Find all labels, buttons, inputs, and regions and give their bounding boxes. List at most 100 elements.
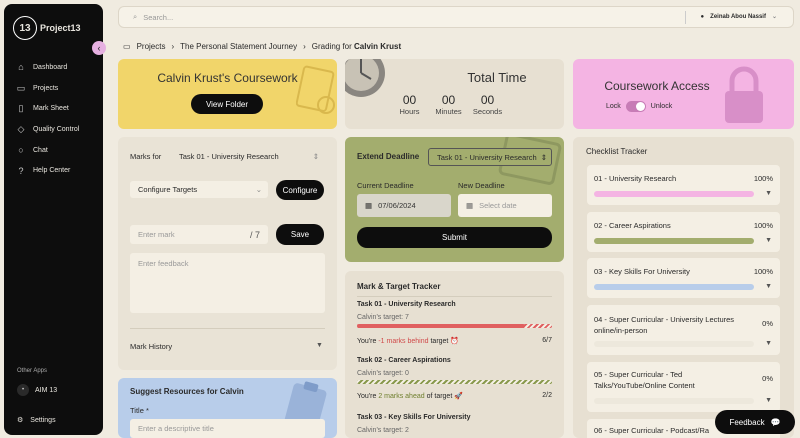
caret-down-icon[interactable]: ▼ <box>765 190 772 197</box>
aim-icon: • <box>17 384 29 396</box>
mark-history-toggle[interactable]: Mark History <box>130 342 172 351</box>
checklist-item[interactable]: 04 - Super Curricular - University Lectu… <box>587 305 780 355</box>
user-menu[interactable]: ● Zeinab Abou Nassif ⌄ <box>684 11 777 24</box>
timer-hours: 00 Hours <box>397 93 422 116</box>
checklist-label: 04 - Super Curricular - University Lectu… <box>594 315 735 335</box>
checklist-percent: 0% <box>762 374 773 383</box>
checklist-label: 05 - Super Curricular - Ted Talks/YouTub… <box>594 370 695 390</box>
logo-text: Project13 <box>40 23 81 33</box>
minutes-value: 00 <box>441 93 456 107</box>
checklist-item[interactable]: 03 - Key Skills For University 100% ▼ <box>587 258 780 298</box>
access-toggle[interactable] <box>625 101 646 112</box>
checklist-percent: 100% <box>753 174 773 183</box>
feedback-button[interactable]: Feedback 💬 <box>715 410 795 434</box>
chevron-left-icon: ‹ <box>97 43 101 53</box>
breadcrumb: ▭ Projects › The Personal Statement Jour… <box>123 42 401 51</box>
other-apps-label: Other Apps <box>17 368 48 374</box>
coursework-access-card: Coursework Access <box>573 59 794 129</box>
marks-task-select[interactable]: Task 01 - University Research ⇕ <box>171 148 325 164</box>
sidebar-item-chat[interactable]: ○ Chat <box>16 140 101 161</box>
divider <box>130 328 325 329</box>
clock-icon <box>345 59 385 97</box>
extend-deadline-card: Extend Deadline Task 01 - University Res… <box>345 137 564 262</box>
new-deadline-input[interactable]: ▦ Select date <box>458 194 552 217</box>
deadline-task-select[interactable]: Task 01 - University Research ⇕ <box>428 148 552 166</box>
checklist-label: 02 - Career Aspirations <box>594 221 671 230</box>
tracker-task-status: You're 2 marks ahead of target 🚀 <box>357 392 463 400</box>
configure-button[interactable]: Configure <box>276 180 324 200</box>
total-time-title: Total Time <box>467 70 527 85</box>
checklist-item[interactable]: 05 - Super Curricular - Ted Talks/YouTub… <box>587 362 780 412</box>
alarm-icon: ⏰ <box>450 338 460 345</box>
aim-label: AIM 13 <box>35 386 58 394</box>
view-folder-button[interactable]: View Folder <box>191 94 263 114</box>
caret-down-icon[interactable]: ▼ <box>765 340 772 347</box>
tracker-task-score: 6/7 <box>542 337 552 344</box>
chevron-updown-icon: ⇕ <box>312 151 319 161</box>
collapse-sidebar-button[interactable]: ‹ <box>92 41 106 55</box>
sidebar-item-dashboard[interactable]: ⌂ Dashboard <box>16 57 101 78</box>
submit-button[interactable]: Submit <box>357 227 552 248</box>
breadcrumb-projects[interactable]: Projects <box>137 42 166 51</box>
tracker-task-target: Calvin's target: 7 <box>357 314 409 321</box>
caret-down-icon[interactable]: ▼ <box>765 237 772 244</box>
breadcrumb-grading-label: Grading for <box>311 42 352 51</box>
current-deadline-label: Current Deadline <box>357 181 414 190</box>
divider <box>357 296 552 297</box>
checklist-item[interactable]: 01 - University Research 100% ▼ <box>587 165 780 205</box>
checklist-label: 01 - University Research <box>594 174 677 183</box>
search-input[interactable]: ⌕ Search... <box>133 12 173 22</box>
padlock-icon <box>725 66 763 123</box>
rocket-icon: 🚀 <box>454 393 463 400</box>
caret-down-icon[interactable]: ▼ <box>765 397 772 404</box>
resource-title-input[interactable]: Enter a descriptive title <box>130 419 325 438</box>
checklist-progress <box>594 341 754 347</box>
search-placeholder: Search... <box>143 12 174 22</box>
tracker-title: Mark & Target Tracker <box>357 282 441 291</box>
status-suffix: target <box>428 338 449 345</box>
access-title: Coursework Access <box>604 79 710 93</box>
resource-title-placeholder: Enter a descriptive title <box>138 424 214 433</box>
sidebar-item-label: Dashboard <box>33 63 68 71</box>
mark-total: / 7 <box>249 229 260 240</box>
sidebar-item-help-center[interactable]: ? Help Center <box>16 160 101 181</box>
checklist-label: 03 - Key Skills For University <box>594 267 690 276</box>
configure-targets-select[interactable]: Configure Targets ⌄ <box>130 181 268 198</box>
logo-badge: 13 <box>13 16 37 40</box>
chevron-updown-icon: ⇕ <box>540 152 547 162</box>
sidebar-item-aim[interactable]: • AIM 13 <box>17 384 57 396</box>
gear-icon: ⚙ <box>17 417 24 424</box>
calendar-icon: ▦ <box>466 201 474 210</box>
checklist-item[interactable]: 02 - Career Aspirations 100% ▼ <box>587 212 780 252</box>
tracker-progress-fill <box>357 380 552 384</box>
tracker-task-name: Task 03 - Key Skills For University <box>357 414 471 421</box>
search-icon: ⌕ <box>133 12 138 21</box>
settings-label: Settings <box>30 416 56 424</box>
folder-icon: ▭ <box>123 42 131 51</box>
sidebar-item-mark-sheet[interactable]: ▯ Mark Sheet <box>16 98 101 119</box>
sidebar-item-quality-control[interactable]: ◇ Quality Control <box>16 119 101 140</box>
tracker-task-status: You're -1 marks behind target ⏰ <box>357 337 459 345</box>
logo[interactable]: 13 Project13 <box>13 16 81 40</box>
caret-down-icon[interactable]: ▼ <box>765 283 772 290</box>
marks-for-label: Marks for <box>130 152 162 161</box>
tracker-progress-fill <box>357 324 525 328</box>
chevron-down-icon: ⌄ <box>255 185 262 194</box>
tracker-task-target: Calvin's target: 0 <box>357 370 409 377</box>
topbar: ⌕ Search... ● Zeinab Abou Nassif ⌄ <box>118 6 794 28</box>
breadcrumb-journey[interactable]: The Personal Statement Journey <box>180 42 297 51</box>
coursework-card: Calvin Krust's Coursework View Folder <box>118 59 337 129</box>
tracker-task-name: Task 02 - Career Aspirations <box>357 357 451 364</box>
tracker-task-score: 2/2 <box>542 392 552 399</box>
seconds-value: 00 <box>480 93 495 107</box>
divider <box>684 11 686 24</box>
tracker-task-target: Calvin's target: 2 <box>357 427 409 434</box>
sidebar-item-projects[interactable]: ▭ Projects <box>16 78 101 99</box>
sidebar-item-settings[interactable]: ⚙ Settings <box>17 416 56 425</box>
feedback-textarea[interactable]: Enter feedback <box>130 253 325 313</box>
suggest-resources-card: Suggest Resources for Calvin Title * Ent… <box>118 378 337 438</box>
extend-deadline-title: Extend Deadline <box>357 152 420 161</box>
caret-down-icon[interactable]: ▼ <box>316 342 323 349</box>
save-button[interactable]: Save <box>276 224 324 245</box>
mark-input[interactable]: Enter mark / 7 <box>130 225 268 244</box>
